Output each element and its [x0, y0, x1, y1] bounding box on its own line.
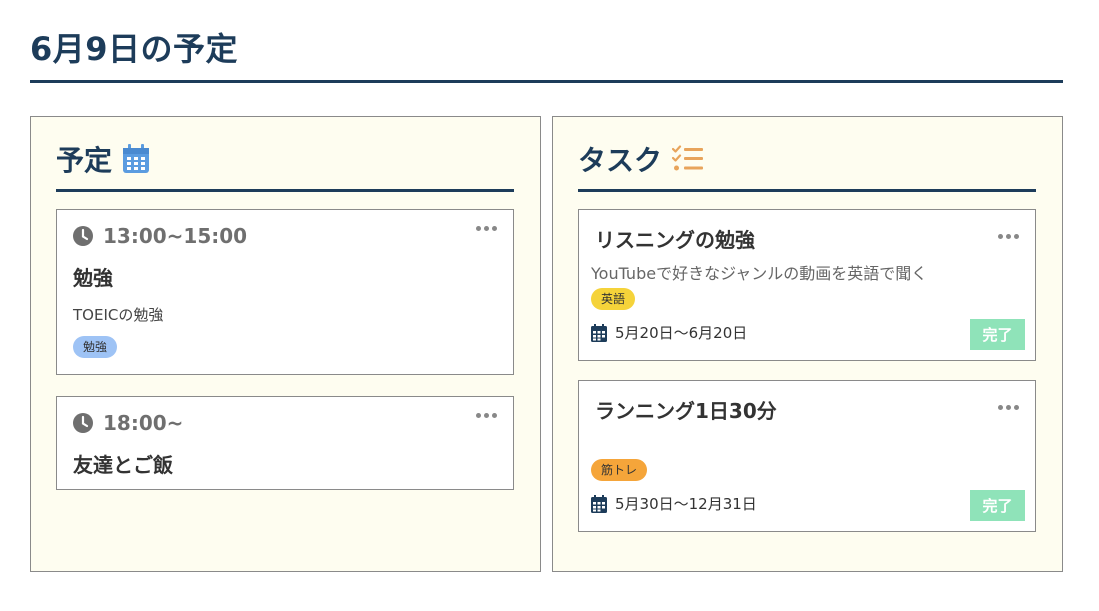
schedule-panel-title: 予定 — [56, 144, 113, 177]
event-time-row: 18:00~ — [73, 411, 183, 435]
clock-icon — [73, 413, 93, 433]
schedule-panel-header: 予定 — [56, 139, 150, 179]
calendar-icon — [591, 494, 607, 513]
task-title: リスニングの勉強 — [595, 228, 755, 252]
task-card[interactable]: ランニング1日30分 筋トレ 5月30日〜12月31日 完了 — [578, 380, 1036, 532]
schedule-panel-divider — [56, 189, 514, 192]
calendar-icon — [123, 144, 150, 173]
task-period: 5月30日〜12月31日 — [615, 495, 757, 513]
task-tag: 英語 — [591, 288, 636, 310]
event-card[interactable]: 18:00~ 友達とご飯 — [56, 396, 514, 490]
calendar-icon — [591, 323, 607, 342]
event-title: 友達とご飯 — [73, 453, 173, 477]
task-tag: 筋トレ — [591, 459, 648, 481]
event-card[interactable]: 13:00~15:00 勉強 TOEICの勉強 勉強 — [56, 209, 514, 375]
event-title: 勉強 — [73, 266, 113, 290]
more-options-icon[interactable] — [476, 413, 497, 418]
task-list-icon — [672, 145, 704, 171]
task-period-row: 5月20日〜6月20日 — [591, 322, 747, 343]
task-panel: タスク リスニングの勉強 YouTubeで好きなジャンルの動画を英語で聞く 英語 — [552, 116, 1063, 572]
task-card[interactable]: リスニングの勉強 YouTubeで好きなジャンルの動画を英語で聞く 英語 5月2… — [578, 209, 1036, 361]
event-time: 13:00~15:00 — [103, 224, 248, 248]
task-panel-divider — [578, 189, 1036, 192]
task-period: 5月20日〜6月20日 — [615, 324, 748, 342]
complete-button[interactable]: 完了 — [970, 490, 1025, 521]
task-title: ランニング1日30分 — [595, 399, 777, 423]
complete-button[interactable]: 完了 — [970, 319, 1025, 350]
task-panel-title: タスク — [578, 144, 663, 177]
page-title: 6月9日の予定 — [30, 30, 239, 68]
task-period-row: 5月30日〜12月31日 — [591, 493, 757, 514]
clock-icon — [73, 226, 93, 246]
task-panel-header: タスク — [578, 139, 704, 179]
more-options-icon[interactable] — [998, 405, 1019, 410]
schedule-panel: 予定 13:00~15:00 勉強 TOEICの勉強 勉強 18:00~ 友達と… — [30, 116, 541, 572]
event-tag: 勉強 — [73, 336, 118, 358]
title-divider — [30, 80, 1063, 83]
task-description: YouTubeで好きなジャンルの動画を英語で聞く — [591, 264, 928, 283]
more-options-icon[interactable] — [476, 226, 497, 231]
more-options-icon[interactable] — [998, 234, 1019, 239]
event-description: TOEICの勉強 — [73, 306, 164, 324]
event-time-row: 13:00~15:00 — [73, 224, 247, 248]
event-time: 18:00~ — [103, 411, 184, 435]
